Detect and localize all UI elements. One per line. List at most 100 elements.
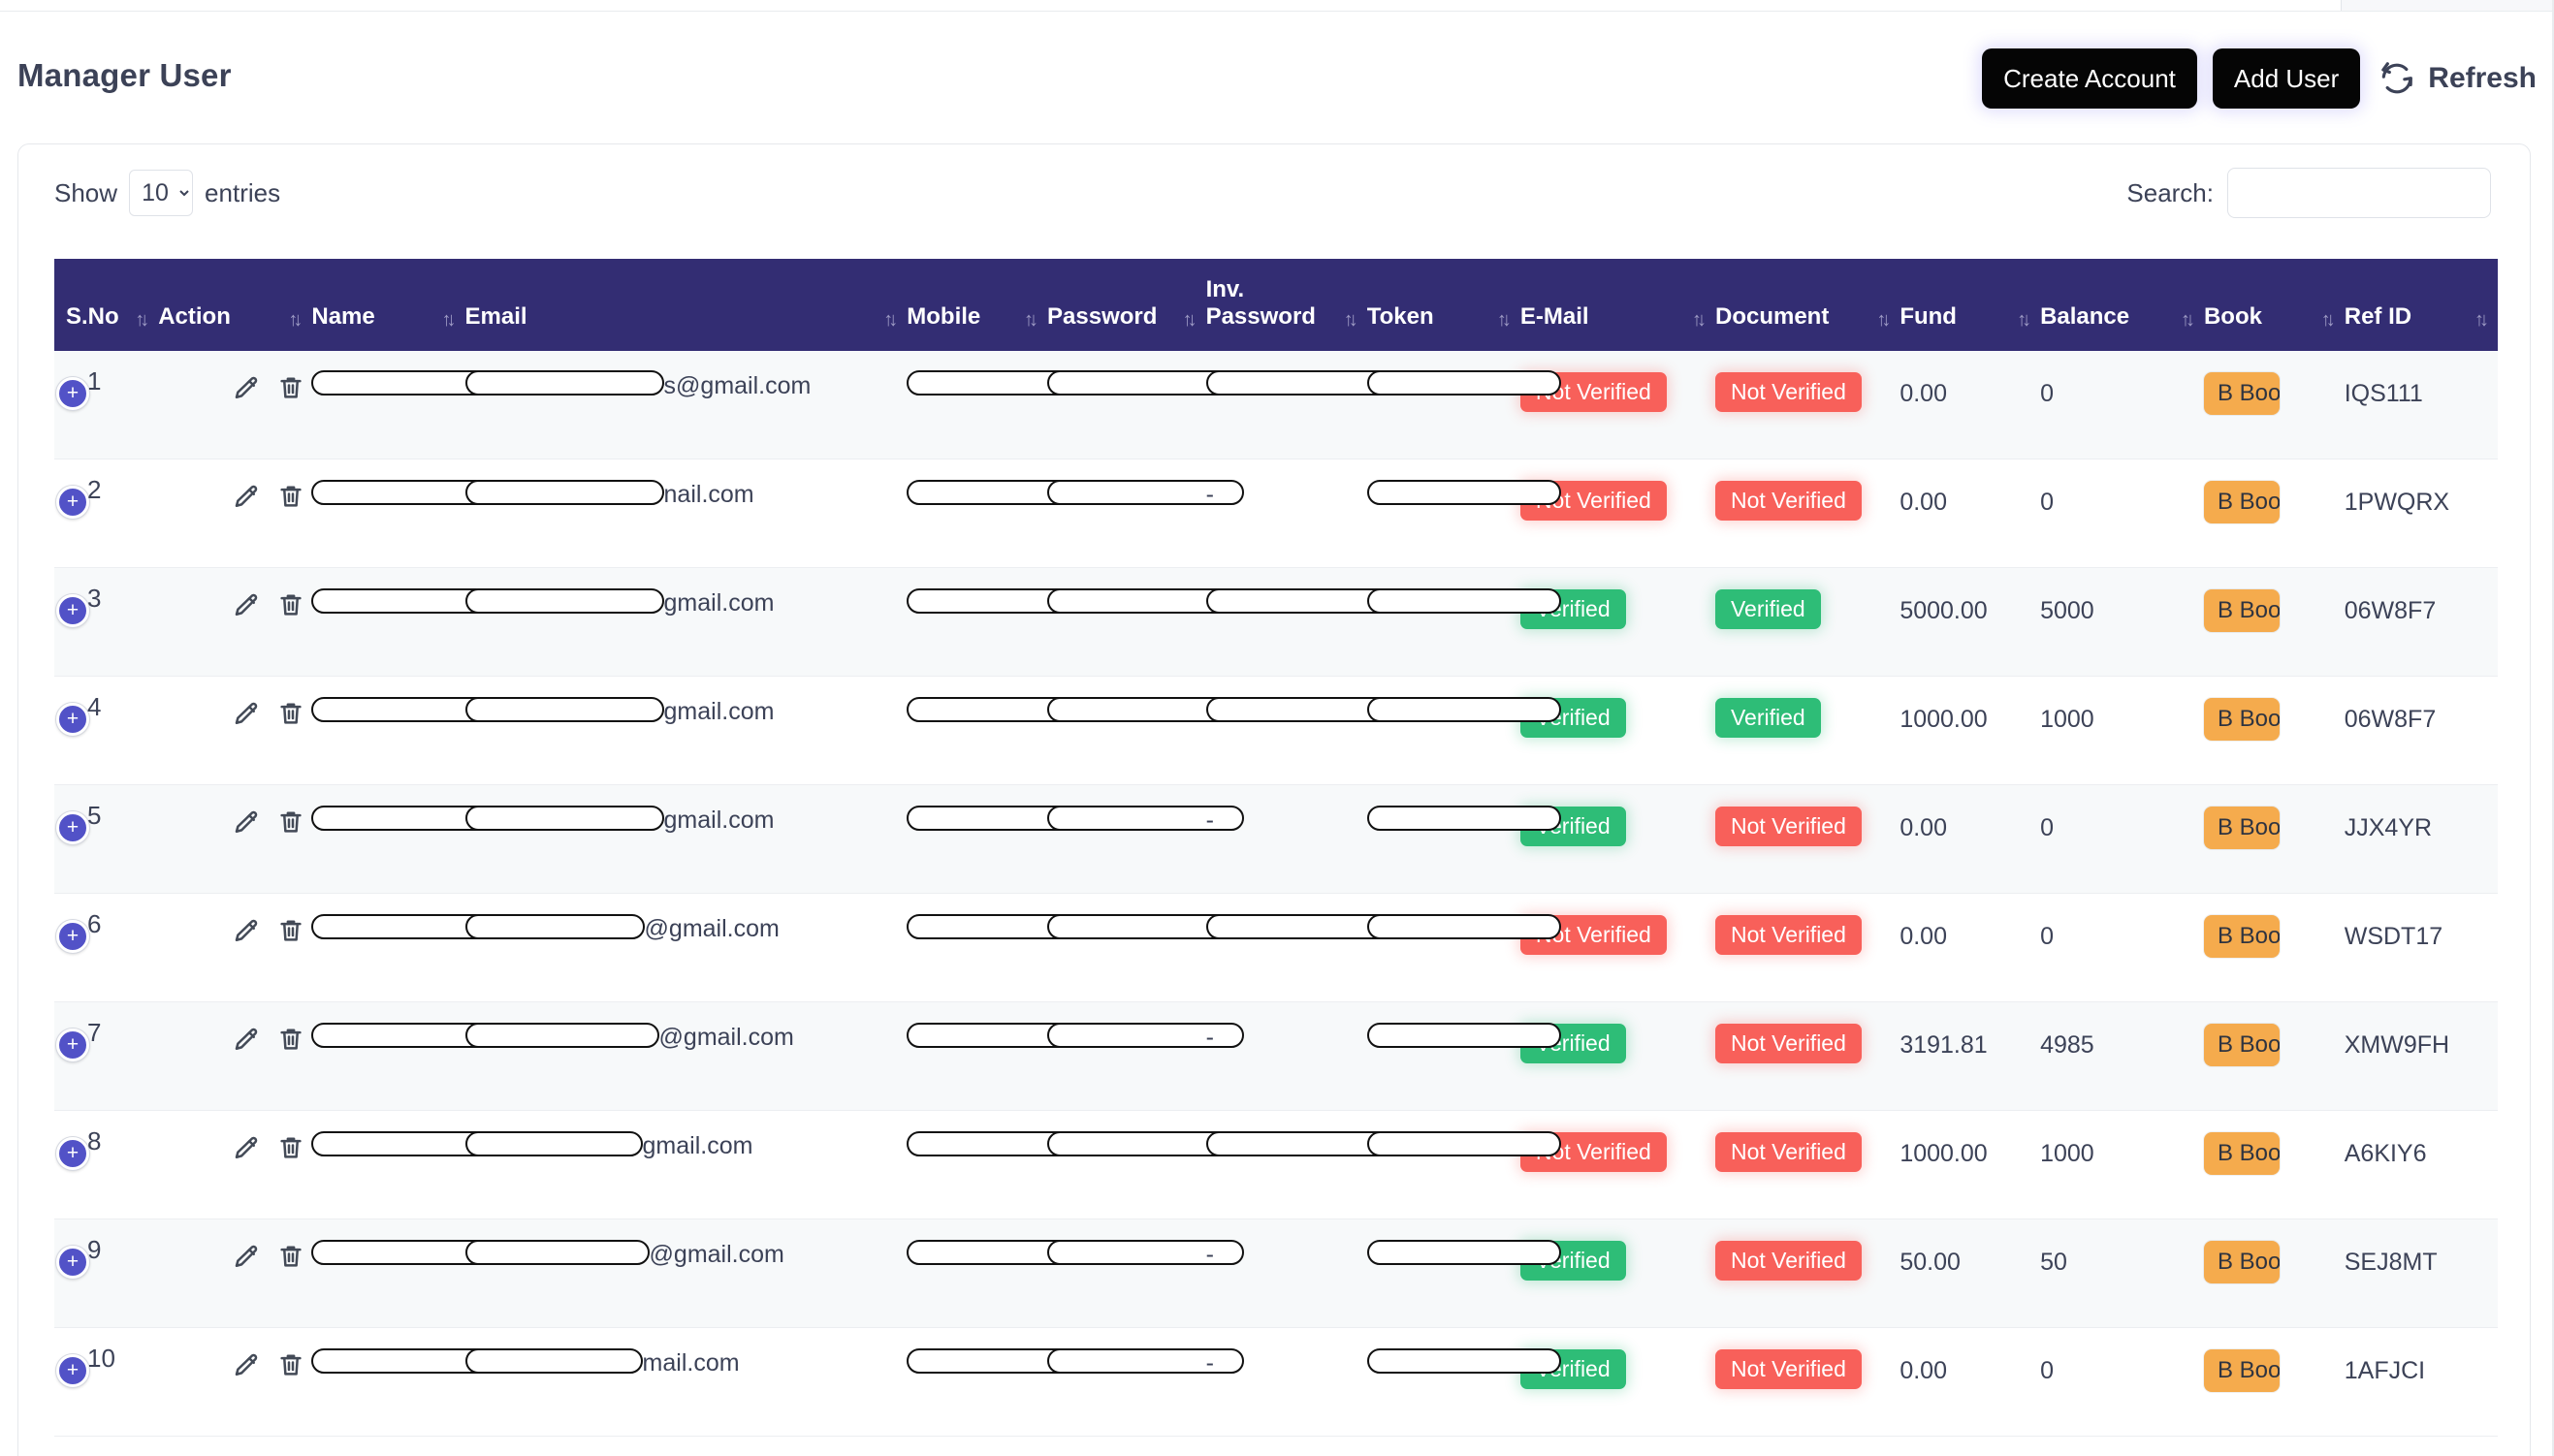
book-badge[interactable]: B Boo <box>2203 1349 2280 1393</box>
refresh-button[interactable]: Refresh <box>2378 59 2540 98</box>
edit-icon[interactable] <box>232 1134 261 1163</box>
sort-icon: ↑↓ <box>1182 308 1197 331</box>
book-badge[interactable]: B Boo <box>2203 698 2280 742</box>
refresh-label: Refresh <box>2428 62 2537 94</box>
sort-icon: ↑↓ <box>2320 308 2336 331</box>
sort-icon: ↑↓ <box>1691 308 1707 331</box>
delete-icon[interactable] <box>276 482 305 511</box>
redacted-value <box>464 479 664 505</box>
cell-fund: 5000.00 <box>1900 567 2041 678</box>
column-header-email[interactable]: Email ↑↓ <box>464 259 908 351</box>
status-badge[interactable]: Not Verified <box>1714 1241 1862 1282</box>
create-account-button[interactable]: Create Account <box>1982 48 2197 109</box>
expand-row-button[interactable]: + <box>56 920 89 954</box>
delete-icon[interactable] <box>276 1350 305 1379</box>
delete-icon[interactable] <box>276 1242 305 1271</box>
edit-icon[interactable] <box>232 1351 261 1380</box>
expand-row-button[interactable]: + <box>56 1246 89 1280</box>
redacted-value <box>1366 1347 1561 1374</box>
table-scroll-area[interactable]: S.No ↑↓ Action ↑↓ Name ↑↓ Email ↑↓ Mobile ↑↓ … <box>54 259 2498 1456</box>
column-label: Action <box>158 303 231 331</box>
status-badge[interactable]: Not Verified <box>1714 915 1862 956</box>
cell-email-status: Verified <box>1519 1219 1715 1329</box>
status-badge[interactable]: Verified <box>1714 698 1821 739</box>
delete-icon[interactable] <box>276 807 305 837</box>
search-label: Search: <box>2126 177 2214 207</box>
delete-icon[interactable] <box>276 699 305 728</box>
book-badge[interactable]: B Boo <box>2203 915 2280 959</box>
expand-row-button[interactable]: + <box>56 376 89 410</box>
status-badge[interactable]: Verified <box>1714 589 1821 630</box>
column-header-email-status[interactable]: E-Mail ↑↓ <box>1519 259 1715 351</box>
status-badge[interactable]: Not Verified <box>1714 807 1862 847</box>
edit-icon[interactable] <box>232 483 261 512</box>
edit-icon[interactable] <box>232 700 261 729</box>
delete-icon[interactable] <box>276 373 305 402</box>
column-header-book[interactable]: Book ↑↓ <box>2203 259 2345 351</box>
expand-row-button[interactable]: + <box>56 1137 89 1171</box>
book-badge[interactable]: B Boo <box>2203 371 2280 415</box>
delete-icon[interactable] <box>276 1025 305 1054</box>
cell-email: mail.com <box>464 1327 908 1438</box>
column-header-token[interactable]: Token ↑↓ <box>1366 259 1520 351</box>
column-header-balance[interactable]: Balance ↑↓ <box>2040 259 2204 351</box>
column-label: Mobile <box>907 303 981 331</box>
status-badge[interactable]: Not Verified <box>1714 1132 1862 1173</box>
book-badge[interactable]: B Boo <box>2203 589 2280 633</box>
sort-icon: ↑↓ <box>441 308 457 331</box>
search-input[interactable] <box>2227 168 2491 218</box>
cell-mobile <box>907 567 1107 678</box>
status-badge[interactable]: Not Verified <box>1714 1349 1862 1390</box>
status-badge[interactable]: Not Verified <box>1714 481 1862 522</box>
book-badge[interactable]: B Boo <box>2203 1241 2280 1284</box>
column-header-mobile[interactable]: Mobile ↑↓ <box>907 259 1048 351</box>
row-number: 7 <box>87 1018 102 1048</box>
column-header-ref-id[interactable]: Ref ID ↑↓ <box>2344 259 2498 351</box>
column-header-document[interactable]: Document ↑↓ <box>1714 259 1900 351</box>
cell-sno: +2 <box>54 459 159 569</box>
cell-book: B Boo <box>2203 1327 2345 1438</box>
cell-token <box>1366 350 1561 460</box>
book-badge[interactable]: B Boo <box>2203 481 2280 524</box>
column-header-fund[interactable]: Fund ↑↓ <box>1900 259 2041 351</box>
status-badge[interactable]: Not Verified <box>1714 371 1862 412</box>
expand-row-button[interactable]: + <box>56 486 89 520</box>
delete-icon[interactable] <box>276 1133 305 1162</box>
empty-value: - <box>1205 1241 1214 1269</box>
book-badge[interactable]: B Boo <box>2203 1024 2280 1067</box>
book-badge[interactable]: B Boo <box>2203 1132 2280 1176</box>
expand-row-button[interactable]: + <box>56 1354 89 1388</box>
entries-per-page-select[interactable]: 10 <box>129 170 194 216</box>
cell-book: B Boo <box>2203 459 2345 569</box>
expand-row-button[interactable]: + <box>56 594 89 628</box>
sort-icon: ↑↓ <box>1496 308 1512 331</box>
edit-icon[interactable] <box>232 1026 261 1055</box>
table-row: +6 @gmail.com Not Verified Not Verified 0.00… <box>54 893 2498 1003</box>
edit-icon[interactable] <box>232 1243 261 1272</box>
column-header-inv-password[interactable]: Inv. Password ↑↓ <box>1205 259 1367 351</box>
delete-icon[interactable] <box>276 916 305 945</box>
email-domain: mail.com <box>642 1349 740 1377</box>
column-header-name[interactable]: Name ↑↓ <box>311 259 465 351</box>
column-header-password[interactable]: Password ↑↓ <box>1047 259 1206 351</box>
email-domain: s@gmail.com <box>663 371 812 399</box>
expand-row-button[interactable]: + <box>56 811 89 845</box>
redacted-value <box>1366 805 1561 831</box>
cell-mobile <box>907 784 1107 895</box>
delete-icon[interactable] <box>276 590 305 619</box>
redacted-value <box>311 1130 490 1156</box>
column-header-sno[interactable]: S.No ↑↓ <box>54 259 159 351</box>
edit-icon[interactable] <box>232 808 261 838</box>
add-user-button[interactable]: Add User <box>2212 48 2361 109</box>
edit-icon[interactable] <box>232 374 261 403</box>
cell-inv-password: - <box>1205 1219 1367 1329</box>
edit-icon[interactable] <box>232 917 261 946</box>
expand-row-button[interactable]: + <box>56 703 89 737</box>
expand-row-button[interactable]: + <box>56 1029 89 1062</box>
status-badge[interactable]: Not Verified <box>1714 1024 1862 1064</box>
ref-id-value: SEJ8MT <box>2344 1249 2438 1277</box>
book-badge[interactable]: B Boo <box>2203 807 2280 850</box>
edit-icon[interactable] <box>232 591 261 620</box>
column-header-action[interactable]: Action ↑↓ <box>158 259 312 351</box>
cell-book: B Boo <box>2203 1001 2345 1112</box>
